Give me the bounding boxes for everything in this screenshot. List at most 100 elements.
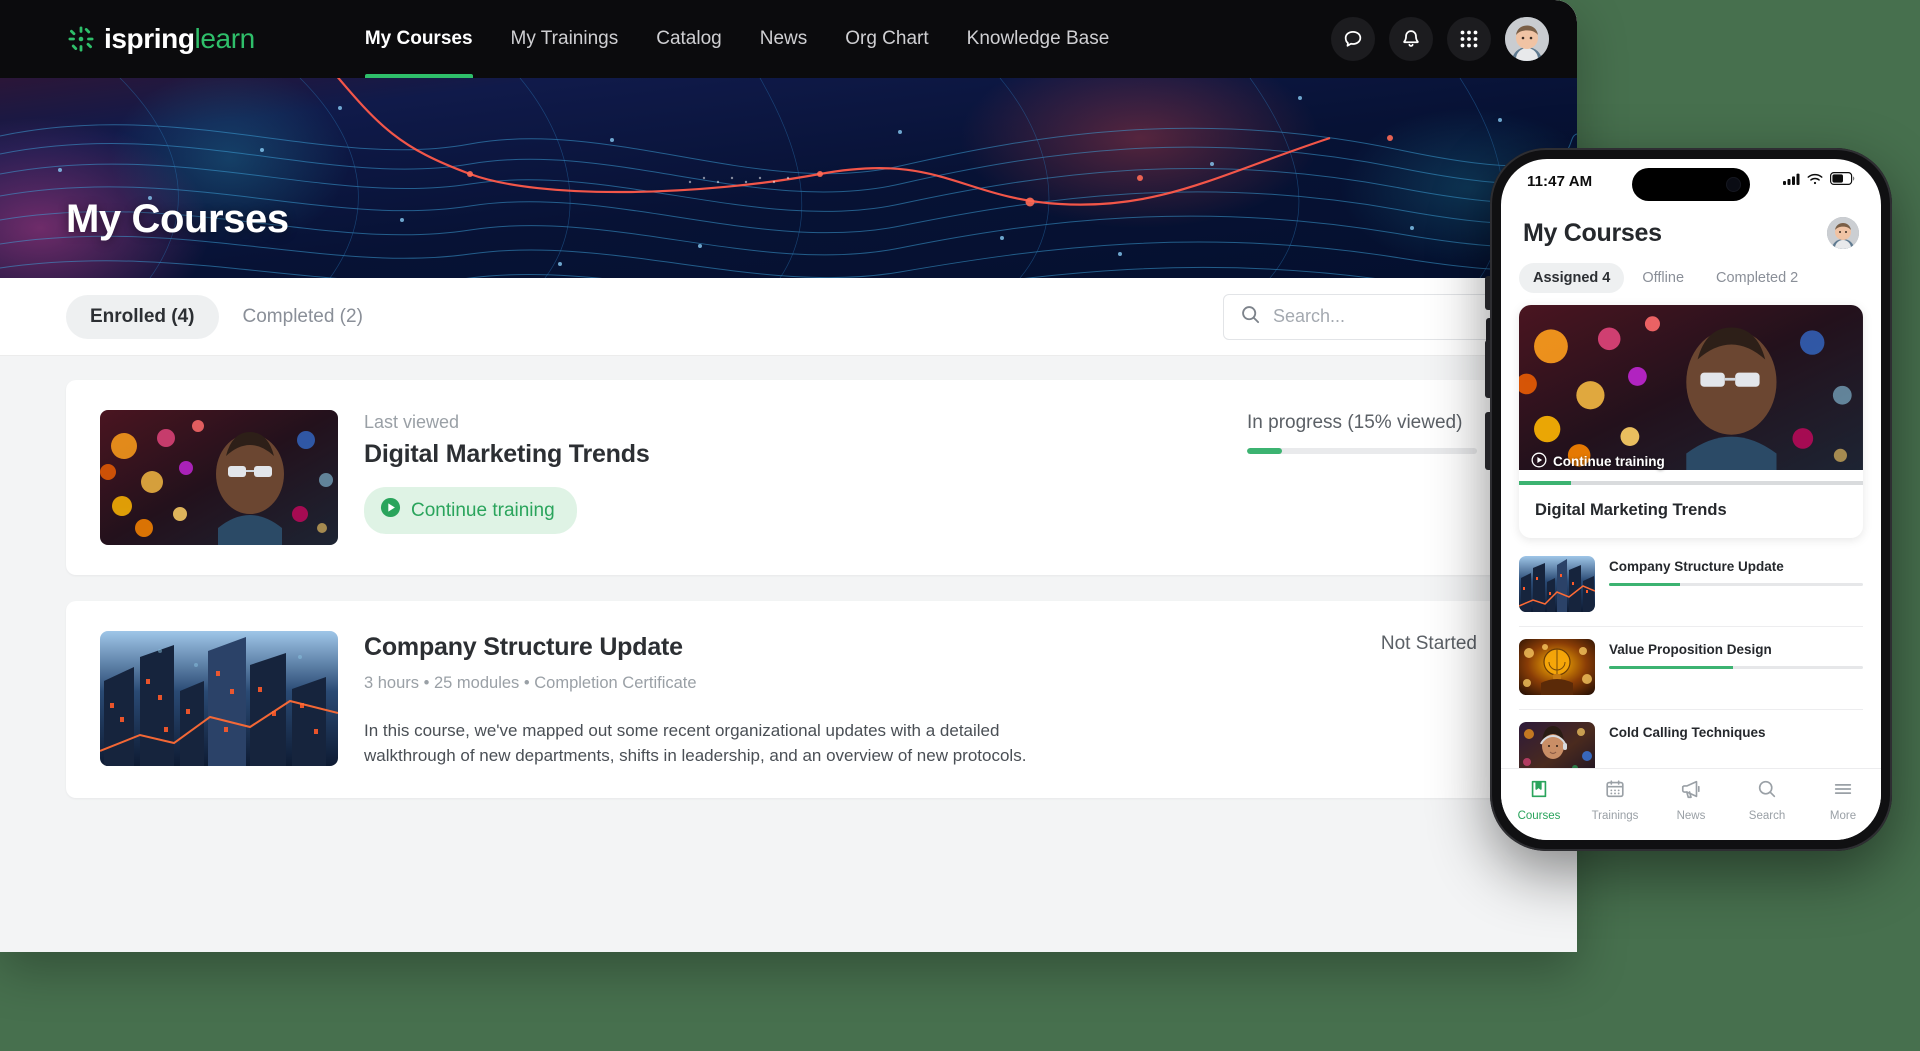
ispring-burst-icon: [68, 26, 94, 52]
tabbar-item-more[interactable]: More: [1810, 778, 1876, 822]
course-thumbnail: [100, 410, 338, 545]
nav-item-my-courses[interactable]: My Courses: [364, 0, 473, 78]
nav-item-news[interactable]: News: [760, 0, 808, 78]
course-title: Value Proposition Design: [1609, 642, 1772, 657]
course-title: Digital Marketing Trends: [1535, 501, 1727, 519]
tab-label: Assigned 4: [1533, 270, 1611, 286]
nav-item-knowledge-base[interactable]: Knowledge Base: [967, 0, 1110, 78]
megaphone-icon: [1680, 778, 1702, 805]
battery-icon: [1830, 172, 1855, 190]
hamburger-icon: [1832, 778, 1854, 805]
continue-training-label: Continue training: [1553, 454, 1665, 469]
nav-label: Org Chart: [845, 28, 929, 49]
tabbar-item-trainings[interactable]: Trainings: [1582, 778, 1648, 822]
course-card-company-structure-update[interactable]: Company Structure Update 3 hours • 25 mo…: [66, 601, 1511, 799]
progress-bar: [1609, 583, 1863, 586]
mobile-tab-bar: Courses Trainings News Search More: [1501, 768, 1881, 840]
avatar[interactable]: [1505, 17, 1549, 61]
course-thumbnail: Continue training: [1519, 305, 1863, 481]
progress-bar: [1609, 666, 1863, 669]
nav-item-my-trainings[interactable]: My Trainings: [511, 0, 619, 78]
chat-bubble-icon[interactable]: [1331, 17, 1375, 61]
course-thumbnail: [1519, 556, 1595, 612]
phone-volume-up-button: [1485, 340, 1490, 398]
main-menu: My Courses My Trainings Catalog News Org…: [364, 0, 1110, 78]
tab-enrolled[interactable]: Enrolled (4): [66, 294, 219, 339]
mobile-featured-course-card[interactable]: Continue training Digital Marketing Tren…: [1519, 305, 1863, 538]
mobile-page-title: My Courses: [1523, 218, 1662, 247]
list-item[interactable]: Company Structure Update: [1519, 544, 1863, 626]
course-title: Company Structure Update: [1609, 559, 1784, 574]
course-filter-bar: Enrolled (4) Completed (2): [0, 278, 1577, 356]
mobile-tab-offline[interactable]: Offline: [1628, 263, 1698, 293]
wifi-icon: [1807, 172, 1823, 190]
course-card-digital-marketing-trends[interactable]: Last viewed Digital Marketing Trends Con…: [66, 380, 1511, 575]
course-description: In this course, we've mapped out some re…: [364, 721, 1027, 765]
course-thumbnail: [1519, 639, 1595, 695]
nav-label: Knowledge Base: [966, 28, 1110, 49]
status-bar-indicators: [1783, 172, 1855, 190]
course-list: Last viewed Digital Marketing Trends Con…: [0, 356, 1577, 952]
logo-word-ispring: ispring: [104, 23, 195, 54]
tabbar-item-courses[interactable]: Courses: [1506, 778, 1572, 822]
bell-icon[interactable]: [1389, 17, 1433, 61]
mobile-tab-completed[interactable]: Completed 2: [1702, 263, 1812, 293]
tab-label: Offline: [1642, 270, 1685, 286]
nav-label: News: [759, 28, 808, 49]
nav-item-org-chart[interactable]: Org Chart: [845, 0, 928, 78]
tab-completed[interactable]: Completed (2): [219, 295, 387, 339]
continue-training-button[interactable]: Continue training: [364, 487, 577, 534]
ispring-learn-logo[interactable]: ispringlearn: [68, 25, 255, 53]
list-item-body: Value Proposition Design: [1609, 639, 1863, 669]
mobile-app-screen: 11:47 AM My Courses Assigned 4 Offline C…: [1501, 159, 1881, 840]
screenshot-stage: ispringlearn My Courses My Trainings Cat…: [0, 0, 1920, 1051]
course-status-block: Not Started: [1247, 633, 1477, 655]
course-status-block: In progress (15% viewed): [1247, 412, 1477, 454]
tab-label: Completed (2): [242, 305, 363, 327]
tabbar-label: More: [1829, 810, 1857, 822]
tabbar-label: Search: [1748, 810, 1786, 822]
logo-wordmark: ispringlearn: [104, 25, 255, 53]
course-thumbnail: [100, 631, 338, 766]
continue-training-button[interactable]: Continue training: [1531, 452, 1665, 471]
tab-label: Enrolled (4): [90, 305, 195, 327]
apps-grid-icon[interactable]: [1447, 17, 1491, 61]
continue-training-label: Continue training: [411, 499, 555, 521]
signal-bars-icon: [1783, 172, 1800, 190]
page-title: My Courses: [66, 197, 289, 241]
list-item-body: Cold Calling Techniques: [1609, 722, 1863, 740]
tabbar-item-news[interactable]: News: [1658, 778, 1724, 822]
tabbar-label: Trainings: [1591, 810, 1639, 822]
nav-label: My Courses: [364, 28, 473, 49]
mobile-status-bar: 11:47 AM: [1501, 159, 1881, 203]
phone-mute-switch: [1485, 276, 1490, 310]
tab-label: Completed 2: [1716, 270, 1799, 286]
top-navigation-bar: ispringlearn My Courses My Trainings Cat…: [0, 0, 1577, 78]
list-item[interactable]: Value Proposition Design: [1519, 626, 1863, 709]
calendar-icon: [1604, 778, 1626, 805]
mobile-tab-assigned[interactable]: Assigned 4: [1519, 263, 1625, 293]
status-badge: Not Started: [1380, 633, 1477, 654]
logo-word-learn: learn: [194, 23, 256, 54]
status-badge: In progress (15% viewed): [1247, 412, 1463, 433]
hero-background-art: [0, 78, 1577, 278]
course-meta: 3 hours • 25 modules • Completion Certif…: [364, 674, 697, 692]
mobile-header: My Courses: [1501, 203, 1881, 259]
phone-volume-down-button: [1485, 412, 1490, 470]
search-icon: [1240, 304, 1261, 330]
nav-label: Catalog: [656, 28, 722, 49]
mobile-course-list: Company Structure Update Value Propositi…: [1519, 544, 1863, 792]
avatar[interactable]: [1827, 217, 1859, 249]
tabbar-label: News: [1676, 810, 1706, 822]
desktop-browser-window: ispringlearn My Courses My Trainings Cat…: [0, 0, 1577, 952]
tabbar-item-search[interactable]: Search: [1734, 778, 1800, 822]
course-title: Cold Calling Techniques: [1609, 725, 1766, 740]
book-icon: [1528, 778, 1550, 805]
play-circle-icon: [1531, 452, 1547, 471]
dynamic-island: [1632, 168, 1750, 201]
nav-item-catalog[interactable]: Catalog: [656, 0, 722, 78]
search-icon: [1756, 778, 1778, 805]
status-bar-time: 11:47 AM: [1527, 172, 1593, 190]
progress-bar: [1247, 448, 1477, 454]
nav-actions: [1331, 17, 1549, 61]
